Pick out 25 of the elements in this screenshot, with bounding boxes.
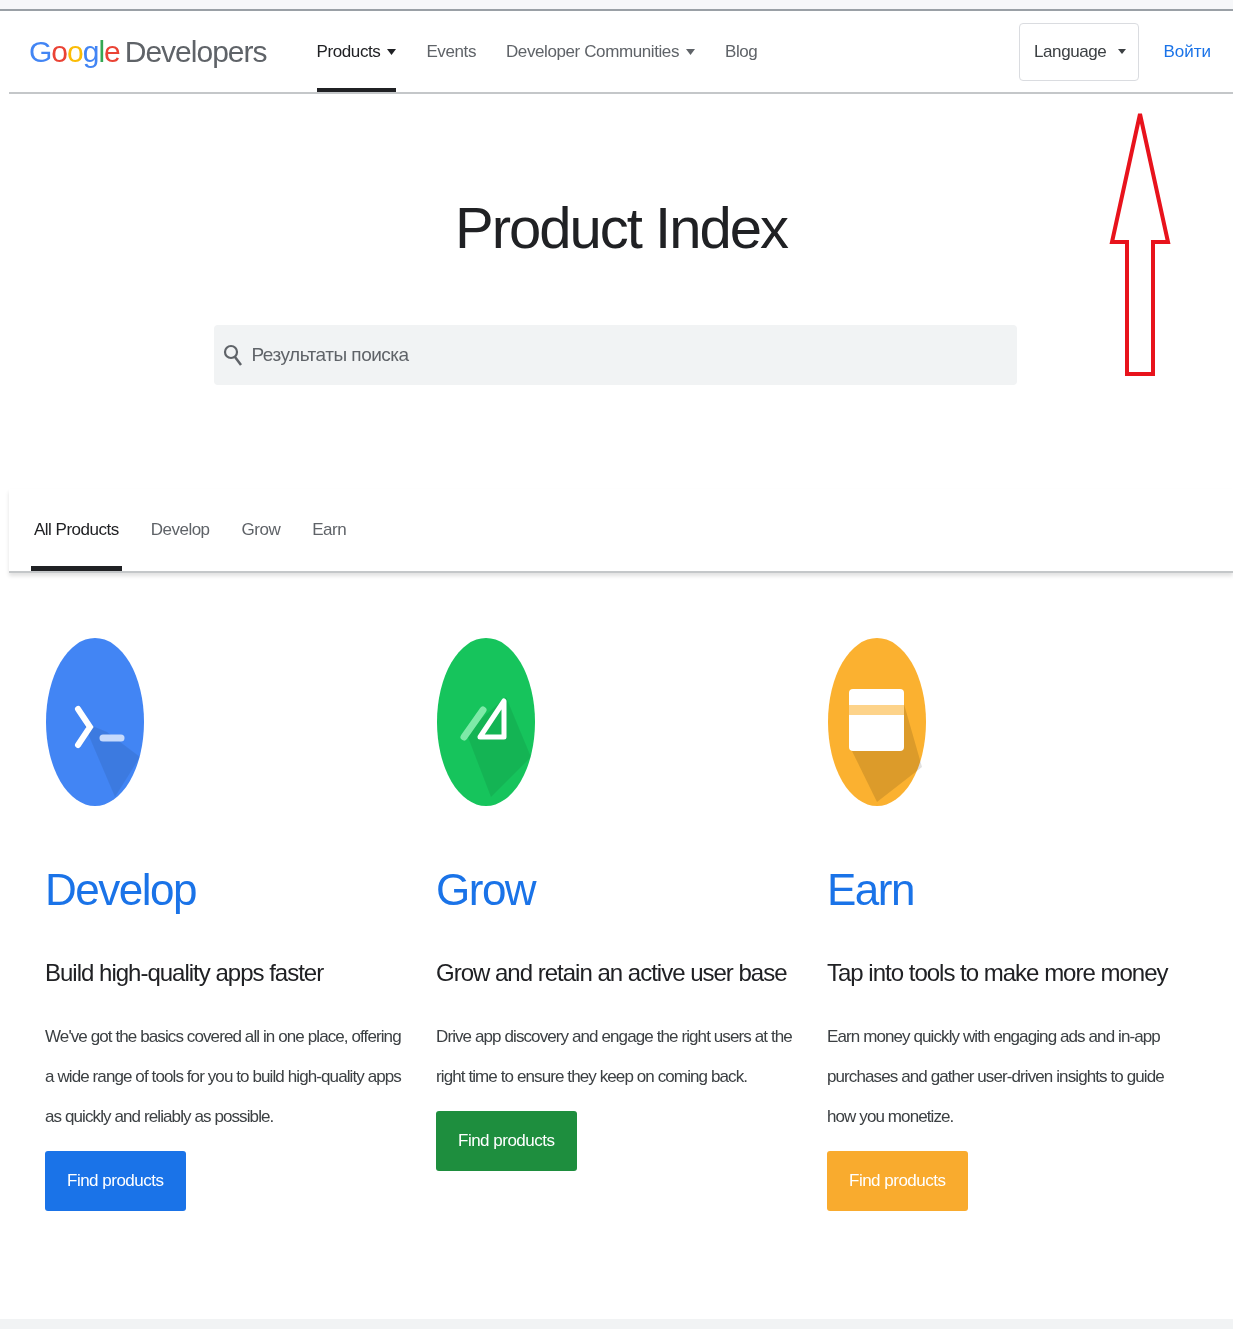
nav-link[interactable]: Developer Communities bbox=[506, 11, 695, 92]
find-products-button[interactable]: Find products bbox=[436, 1111, 577, 1171]
card-description: Drive app discovery and engage the right users at the right time to ensure they keep on coming back. bbox=[436, 1026, 793, 1088]
card-description: We've got the basics covered all in one place, offering a wide range of tools for you to build high-quality apps as quickly and reliably as possible. bbox=[45, 1026, 402, 1128]
card-description: Earn money quickly with engaging ads and in-app purchases and gather user-driven insights to guide how you monetize. bbox=[827, 1026, 1165, 1128]
card-subtitle: Tap into tools to make more money bbox=[827, 959, 1168, 987]
card-subtitle: Build high-quality apps faster bbox=[45, 959, 324, 987]
search-field[interactable]: Результаты поиска bbox=[213, 325, 1017, 385]
page-title: Product Index bbox=[455, 194, 787, 262]
category-tab[interactable]: Develop bbox=[147, 489, 213, 571]
card-title: Grow bbox=[436, 865, 536, 916]
sign-in-link[interactable]: Войти bbox=[1163, 41, 1211, 62]
category-tab[interactable]: Earn bbox=[309, 489, 350, 571]
card-subtitle: Grow and retain an active user base bbox=[436, 959, 787, 987]
category-tab[interactable]: All Products bbox=[31, 489, 122, 571]
logo[interactable]: Google Developers bbox=[29, 34, 267, 69]
find-products-button[interactable]: Find products bbox=[45, 1151, 186, 1211]
nav-link[interactable]: Products bbox=[316, 11, 397, 92]
nav-link[interactable]: Blog bbox=[725, 11, 758, 92]
card-title: Earn bbox=[827, 865, 914, 916]
language-dropdown[interactable]: Language bbox=[1019, 22, 1140, 81]
nav-link[interactable]: Events bbox=[426, 11, 476, 92]
caret-icon bbox=[1118, 49, 1127, 54]
card-title: Develop bbox=[45, 865, 196, 916]
category-tab[interactable]: Grow bbox=[238, 489, 284, 571]
